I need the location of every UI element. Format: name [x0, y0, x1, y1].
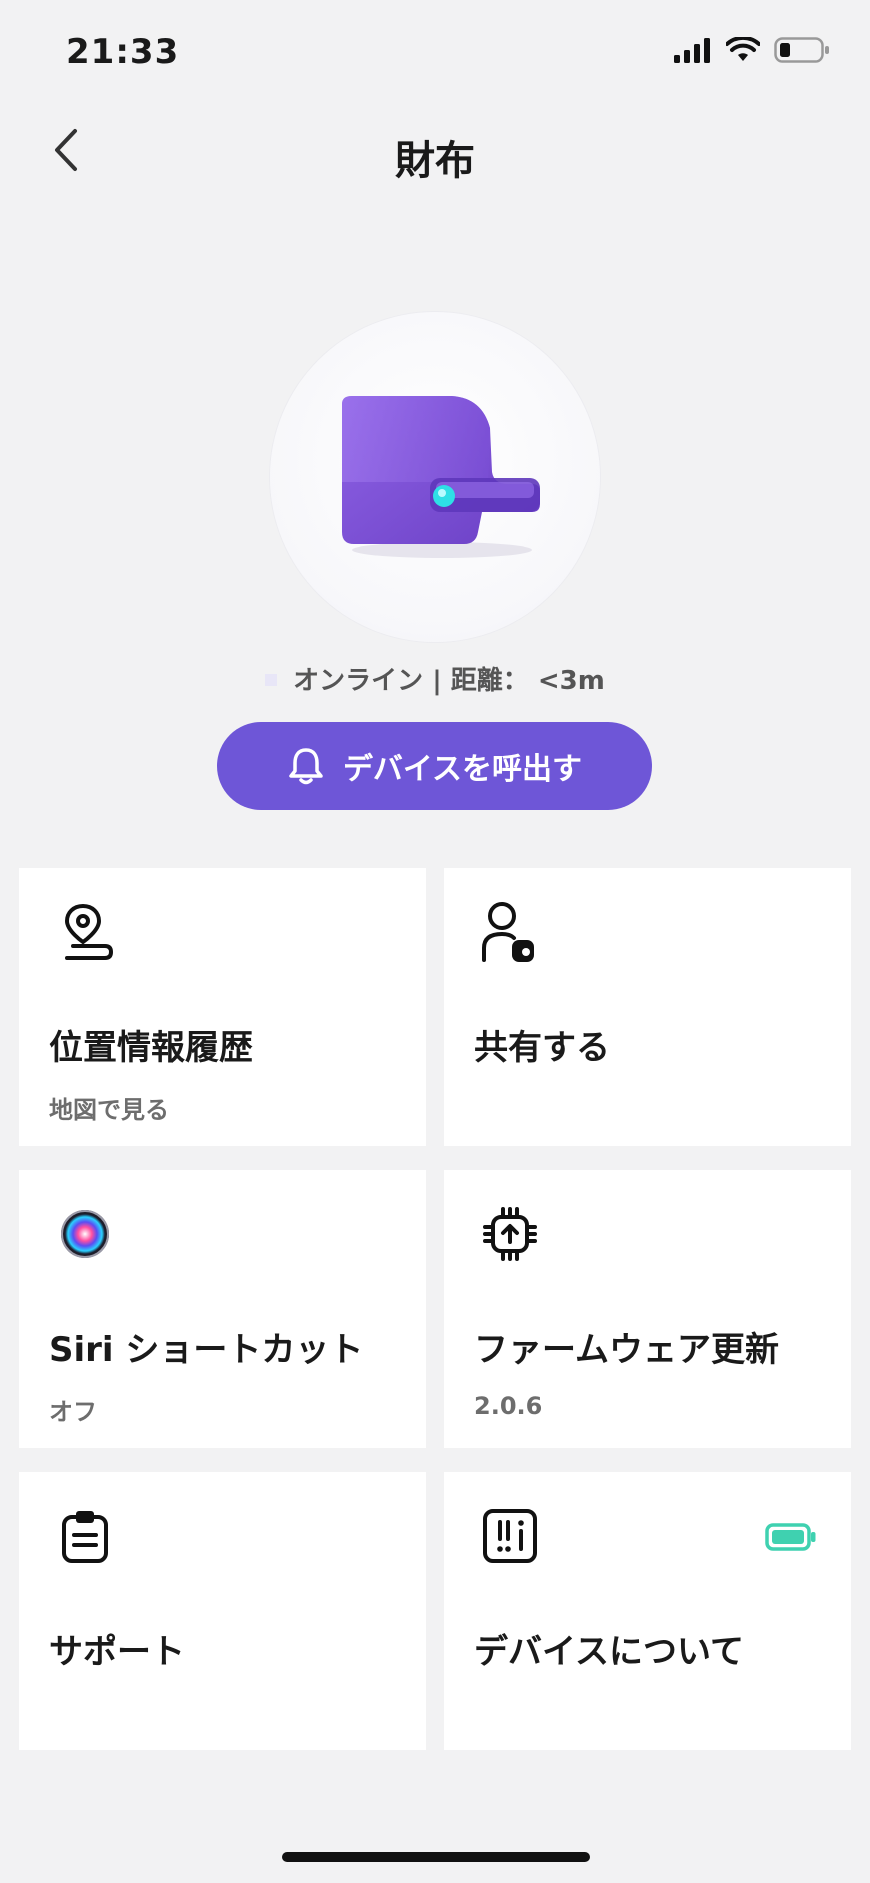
- card-title: 位置情報履歴: [49, 1028, 253, 1068]
- card-title: デバイスについて: [474, 1632, 744, 1672]
- siri-icon: [55, 1204, 115, 1264]
- status-dot: [265, 673, 278, 686]
- status-icons: [674, 35, 830, 68]
- location-history-card[interactable]: 位置情報履歴 地図で見る: [19, 868, 426, 1146]
- device-image-circle: [270, 312, 600, 642]
- device-info-icon: [480, 1506, 540, 1566]
- location-pin-icon: [55, 902, 115, 962]
- card-subtitle: 2.0.6: [474, 1392, 543, 1420]
- call-device-label: デバイスを呼出す: [342, 752, 583, 787]
- card-title: 共有する: [474, 1028, 610, 1068]
- siri-shortcut-card[interactable]: Siri ショートカット オフ: [19, 1170, 426, 1448]
- page-title: 財布: [395, 138, 475, 184]
- home-indicator: [282, 1852, 590, 1862]
- status-time: 21:33: [66, 32, 180, 72]
- card-title: Siri ショートカット: [49, 1330, 364, 1370]
- cellular-signal-icon: [674, 37, 712, 67]
- card-subtitle: 地図で見る: [49, 1096, 169, 1124]
- card-title: サポート: [49, 1632, 185, 1672]
- support-card[interactable]: サポート: [19, 1472, 426, 1750]
- clipboard-icon: [55, 1506, 115, 1566]
- bell-icon: [287, 746, 325, 786]
- distance-value: <3m: [537, 666, 605, 696]
- wifi-icon: [725, 35, 761, 67]
- navigation-bar: 財布: [0, 110, 870, 190]
- wallet-tag-image: [342, 396, 540, 558]
- distance-label: 距離：: [450, 666, 529, 696]
- status-bar: 21:33: [0, 0, 870, 110]
- battery-level-icon: [765, 1522, 817, 1556]
- card-subtitle: オフ: [49, 1398, 97, 1426]
- share-user-icon: [480, 902, 540, 962]
- share-card[interactable]: 共有する: [444, 868, 851, 1146]
- online-status: オンライン: [293, 666, 424, 696]
- about-device-card[interactable]: デバイスについて: [444, 1472, 851, 1750]
- firmware-update-card[interactable]: ファームウェア更新 2.0.6: [444, 1170, 851, 1448]
- battery-status-icon: [774, 36, 830, 68]
- status-separator: |: [432, 666, 442, 696]
- card-title: ファームウェア更新: [474, 1330, 779, 1370]
- device-status-line: オンライン | 距離： <3m: [0, 660, 870, 697]
- call-device-button[interactable]: デバイスを呼出す: [217, 722, 652, 810]
- chip-upload-icon: [480, 1204, 540, 1264]
